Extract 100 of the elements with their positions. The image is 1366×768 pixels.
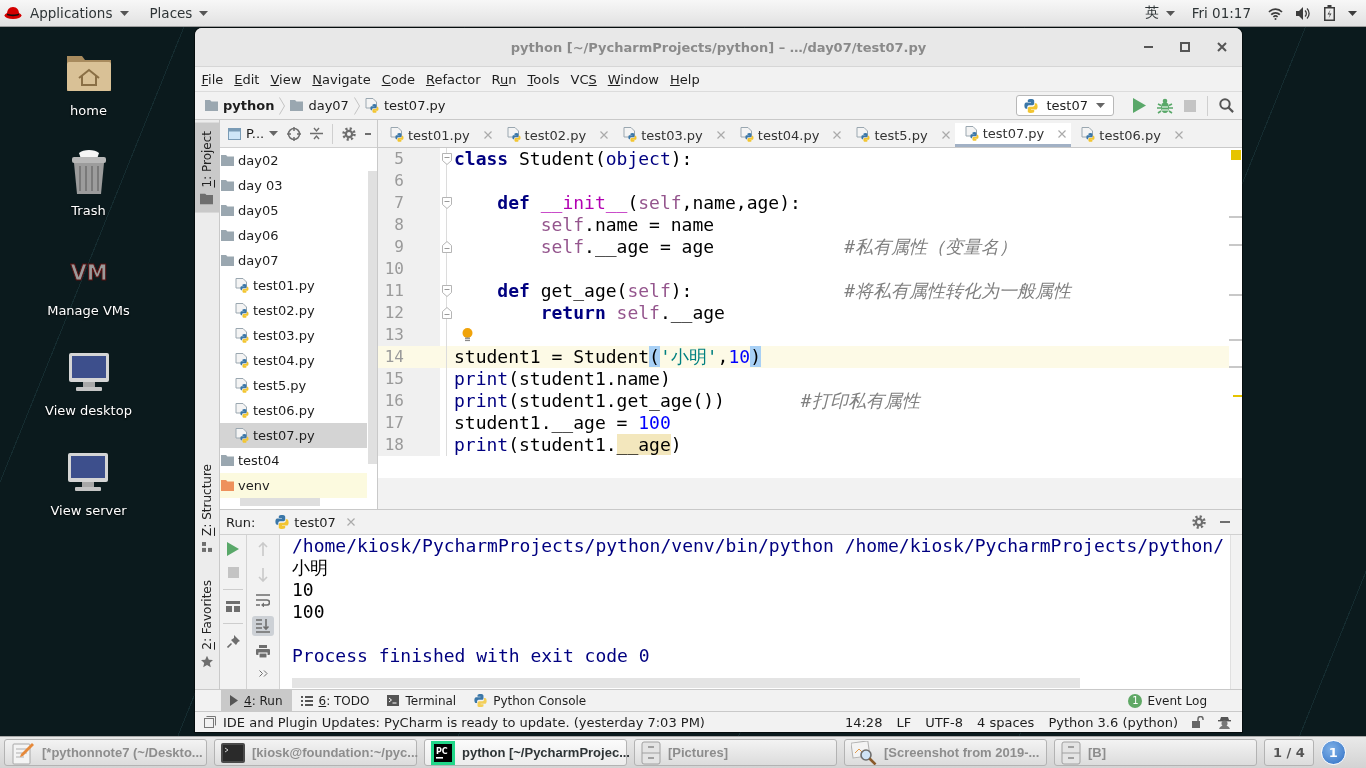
tree-item[interactable]: venv (220, 473, 367, 498)
monitor-icon[interactable] (67, 352, 110, 392)
tree-item[interactable]: day05 (220, 198, 367, 223)
menu-item[interactable]: Window (602, 71, 665, 87)
lightbulb-icon[interactable] (462, 328, 473, 342)
run-config-dropdown[interactable]: test07 (1016, 95, 1114, 116)
editor-tab[interactable]: test06.py (1071, 123, 1188, 147)
menu-item[interactable]: VCS (565, 71, 603, 87)
pin-icon[interactable] (226, 635, 240, 648)
fold-marker-icon[interactable] (442, 285, 452, 297)
editor-tab[interactable]: test5.py (846, 123, 955, 147)
status-item[interactable]: 14:28 (844, 714, 883, 730)
horizontal-scrollbar[interactable] (240, 498, 320, 506)
maximize-icon[interactable] (1180, 42, 1190, 52)
menu-item[interactable]: View (264, 71, 307, 87)
run-tab[interactable]: test07 (275, 514, 355, 530)
project-view-dropdown[interactable]: P... (228, 126, 279, 141)
notification-icon[interactable] (204, 716, 216, 728)
vertical-scrollbar[interactable] (367, 171, 377, 464)
breadcrumb[interactable]: day07 (290, 98, 349, 113)
tree-item[interactable]: test06.py (220, 398, 367, 423)
tree-item[interactable]: day02 (220, 148, 367, 173)
menu-item[interactable]: Code (376, 71, 421, 87)
tree-item[interactable]: day07 (220, 248, 367, 273)
fold-marker-icon[interactable] (442, 241, 452, 253)
menu-item[interactable]: Tools (521, 71, 565, 87)
menu-item[interactable]: Refactor (420, 71, 486, 87)
editor-tab[interactable]: test07.py (954, 123, 1072, 147)
trash-icon[interactable] (70, 149, 107, 195)
status-item[interactable]: Python 3.6 (python) (1048, 714, 1178, 730)
tree-item[interactable]: test03.py (220, 323, 367, 348)
tool-window-tab[interactable]: 2: Favorites (195, 572, 219, 676)
battery-icon[interactable] (1324, 5, 1335, 21)
tree-item[interactable]: test02.py (220, 298, 367, 323)
input-method-menu[interactable]: 英 (1144, 0, 1175, 26)
menu-item[interactable]: Help (664, 71, 706, 87)
vm-logo-icon[interactable]: VM (64, 260, 113, 284)
desktop-icon-label: View desktop (45, 403, 132, 418)
tree-item[interactable]: test01.py (220, 273, 367, 298)
editor-tab[interactable]: test04.py (729, 123, 847, 147)
fold-marker-icon[interactable] (442, 153, 452, 165)
tree-item[interactable]: day06 (220, 223, 367, 248)
collapse-icon[interactable] (310, 127, 324, 140)
lock-icon[interactable] (1192, 716, 1204, 728)
fold-marker-icon[interactable] (442, 197, 452, 209)
settings-icon[interactable] (342, 126, 357, 141)
close-icon[interactable] (1217, 42, 1227, 52)
status-message[interactable]: IDE and Plugin Updates: PyCharm is ready to update. (yesterday 7:03 PM) (223, 714, 705, 730)
menu-item[interactable]: Run (486, 71, 522, 87)
breadcrumb[interactable]: python (205, 98, 275, 113)
settings-icon[interactable] (1192, 515, 1206, 529)
crosshair-icon[interactable] (287, 126, 302, 141)
fold-marker-icon[interactable] (442, 307, 452, 319)
desktop-icon-label: Manage VMs (47, 303, 130, 318)
menu-item[interactable]: Edit (228, 71, 265, 87)
warning-indicator-icon[interactable] (1230, 150, 1241, 160)
tool-window-tab[interactable]: 6: TODO (291, 690, 379, 711)
layout-icon[interactable] (226, 601, 240, 612)
tool-window-tab[interactable]: 1: Project (195, 123, 219, 213)
editor-tab[interactable]: test01.py (380, 123, 497, 147)
python-icon (474, 694, 488, 707)
run-icon[interactable] (227, 542, 239, 556)
tool-window-tab[interactable]: Python Console (465, 690, 596, 711)
tree-item[interactable]: day 03 (220, 173, 367, 198)
search-icon[interactable] (1219, 98, 1234, 113)
caret-icon[interactable] (1348, 10, 1357, 16)
taskbar-item[interactable]: PC python [~/PycharmProjec... (424, 739, 627, 766)
chevrons-icon[interactable] (258, 670, 268, 677)
run-icon[interactable] (1133, 98, 1146, 113)
debug-icon[interactable] (1157, 97, 1173, 114)
project-view-icon (228, 127, 241, 140)
workspace-switcher[interactable]: 1 / 4 (1264, 739, 1314, 766)
printer-icon[interactable] (256, 645, 270, 658)
tree-item[interactable]: test04 (220, 448, 367, 473)
menu-item[interactable]: Navigate (306, 71, 377, 87)
editor-tab[interactable]: test03.py (613, 123, 730, 147)
hide-icon[interactable] (365, 132, 372, 135)
status-item[interactable]: LF (896, 714, 912, 730)
editor-tab[interactable]: test02.py (496, 123, 614, 147)
tree-item[interactable]: test07.py (220, 423, 367, 448)
menu-item[interactable]: File (196, 71, 229, 87)
event-log-button[interactable]: 1 Event Log (1128, 690, 1207, 711)
tree-item[interactable]: test04.py (220, 348, 367, 373)
status-item[interactable]: UTF-8 (925, 714, 964, 730)
horizontal-scrollbar[interactable] (292, 678, 1080, 688)
wifi-icon[interactable] (1268, 6, 1283, 20)
tool-window-tab[interactable]: Terminal (378, 690, 466, 711)
tree-item[interactable]: test5.py (220, 373, 367, 398)
breadcrumb[interactable]: test07.py (364, 97, 446, 114)
places-menu[interactable]: Places (149, 0, 209, 26)
status-item[interactable]: 4 spaces (977, 714, 1035, 730)
scroll-to-end-icon[interactable] (252, 616, 274, 636)
applications-menu[interactable]: Applications (4, 0, 130, 26)
soft-wrap-icon[interactable] (256, 594, 270, 607)
tool-window-tab[interactable]: 4: Run (221, 690, 292, 711)
clock[interactable]: Fri 01:17 (1191, 5, 1251, 21)
monitor-icon[interactable] (67, 452, 110, 492)
inspector-icon[interactable] (1218, 715, 1231, 729)
tool-window-tab[interactable]: Z: Structure (195, 456, 219, 561)
volume-icon[interactable] (1296, 6, 1311, 20)
